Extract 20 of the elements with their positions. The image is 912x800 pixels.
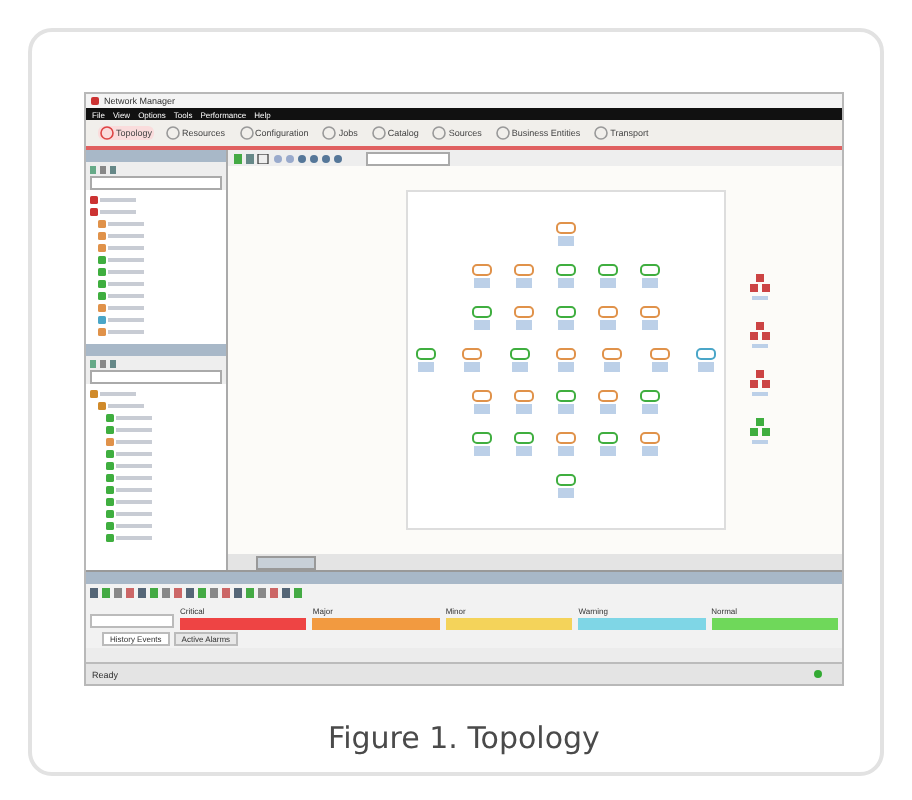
view-tab[interactable] — [256, 555, 316, 569]
search-field[interactable] — [90, 370, 222, 385]
app-logo-icon — [90, 96, 100, 106]
connection-icon — [814, 670, 822, 678]
tab-icon — [371, 126, 386, 140]
tab-icon — [594, 126, 609, 140]
tab-icon — [166, 126, 181, 140]
tool-icons[interactable] — [90, 359, 118, 368]
tab-icon — [495, 126, 510, 140]
tab-icon — [322, 126, 337, 140]
panel-header — [86, 344, 226, 357]
tool-icons[interactable] — [90, 165, 118, 173]
tab-icon — [100, 126, 114, 140]
figure-caption: Figure 1. Topology — [326, 720, 602, 756]
search-field[interactable] — [90, 176, 222, 190]
tab-icon — [239, 126, 254, 140]
layout-dropdown[interactable] — [366, 151, 450, 165]
tab-icon — [432, 126, 447, 140]
filter-field[interactable] — [90, 614, 174, 628]
panel-header — [86, 150, 226, 162]
